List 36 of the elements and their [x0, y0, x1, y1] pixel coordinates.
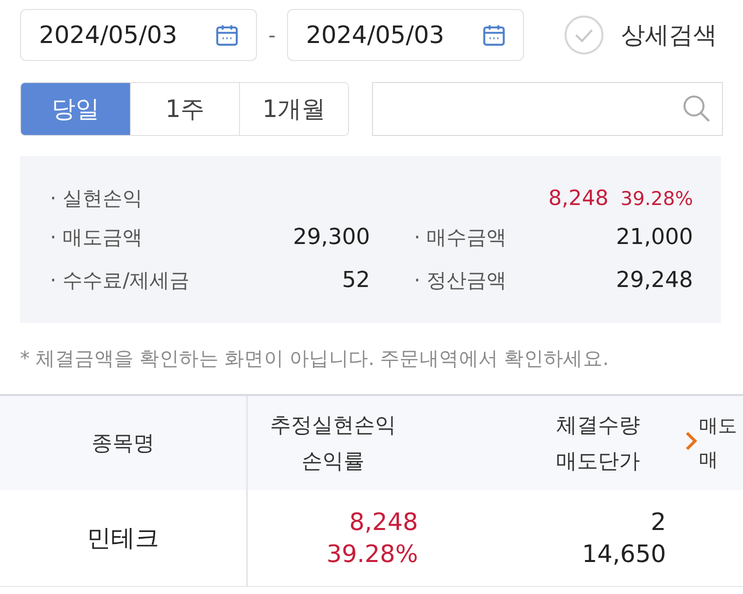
- chevron-right-icon[interactable]: [685, 430, 697, 452]
- summary-label: · 매수금액: [414, 224, 507, 251]
- column-header: 손익률: [302, 448, 364, 475]
- date-text: 2024/05/03: [306, 21, 444, 49]
- summary-value: 52: [342, 268, 370, 293]
- date-field[interactable]: 2024/05/03: [20, 9, 257, 61]
- column-header: 매: [699, 448, 718, 473]
- column-header: 체결수량: [556, 412, 640, 439]
- summary-label: · 실현손익: [50, 184, 143, 212]
- summary-value: 29,300: [293, 225, 370, 250]
- checkbox[interactable]: [564, 15, 604, 55]
- detail-search-label[interactable]: 상세검색: [621, 19, 717, 51]
- summary-rate: 39.28%: [620, 188, 693, 210]
- table-cell: 2: [650, 508, 666, 536]
- notice-text: * 체결금액을 확인하는 화면이 아닙니다. 주문내역에서 확인하세요.: [20, 346, 610, 372]
- table-cell: 8,248: [349, 508, 418, 536]
- range-separator: -: [267, 23, 277, 47]
- summary-value: 8,248: [548, 186, 609, 210]
- summary-label: · 수수료/제세금: [50, 267, 190, 294]
- column-header: 추정실현손익: [270, 412, 396, 439]
- search-icon: [682, 94, 712, 124]
- summary-label: · 정산금액: [414, 267, 507, 294]
- column-header: 매도: [699, 414, 737, 439]
- stock-name: 민테크: [87, 523, 159, 554]
- summary-value: 29,248: [616, 268, 693, 293]
- table-cell: 14,650: [582, 540, 666, 568]
- column-header: 매도단가: [556, 448, 640, 475]
- table-cell: 39.28%: [326, 540, 418, 568]
- summary-value: 21,000: [616, 225, 693, 250]
- date-text: 2024/05/03: [39, 21, 178, 49]
- period-tab[interactable]: 당일: [21, 83, 130, 135]
- column-header: 종목명: [92, 430, 154, 457]
- search-field[interactable]: [372, 82, 723, 136]
- period-tab[interactable]: 1개월: [239, 83, 348, 135]
- summary-label: · 매도금액: [50, 224, 143, 251]
- date-field[interactable]: 2024/05/03: [287, 9, 524, 61]
